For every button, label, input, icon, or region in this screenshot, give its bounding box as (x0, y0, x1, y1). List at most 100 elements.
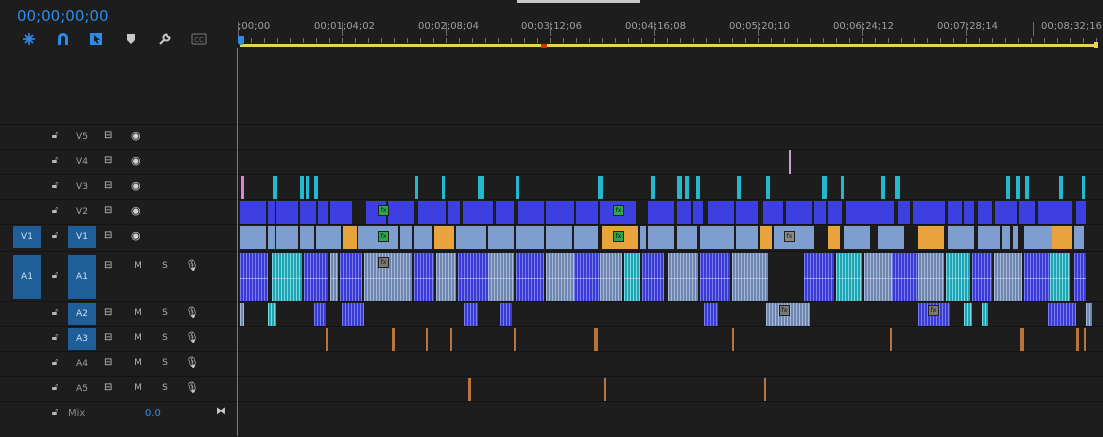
adjustment-clip[interactable] (306, 176, 309, 199)
lock-icon[interactable]: 🔓︎ (49, 307, 61, 318)
audio-clip[interactable] (314, 303, 326, 326)
adjustment-clip[interactable] (685, 176, 689, 199)
lock-icon[interactable]: 🔓︎ (49, 270, 61, 281)
audio-clip[interactable] (1024, 253, 1050, 302)
video-clip[interactable] (518, 201, 544, 224)
audio-clip[interactable] (594, 328, 598, 351)
video-clip[interactable] (828, 226, 840, 249)
video-clip[interactable] (918, 226, 944, 249)
adjustment-clip[interactable] (1006, 176, 1010, 199)
video-clip[interactable] (1052, 226, 1072, 249)
audio-clip[interactable] (890, 328, 892, 351)
video-clip[interactable] (1002, 226, 1010, 249)
sync-lock-icon[interactable]: ⊟ (104, 260, 118, 271)
linked-selection-icon[interactable] (87, 30, 105, 48)
lock-icon[interactable]: 🔓︎ (49, 230, 61, 241)
audio-clip[interactable] (458, 253, 488, 302)
adjustment-clip[interactable] (1016, 176, 1020, 199)
audio-clip[interactable] (500, 303, 512, 326)
video-clip[interactable] (978, 226, 1000, 249)
video-clip[interactable] (736, 226, 758, 249)
audio-clip[interactable] (464, 303, 478, 326)
audio-clip[interactable] (804, 253, 834, 302)
lock-icon[interactable]: 🔓︎ (49, 332, 61, 343)
adjustment-clip[interactable] (273, 176, 277, 199)
mute-button[interactable]: M (131, 358, 145, 368)
adjustment-clip[interactable] (651, 176, 655, 199)
track-target-a2[interactable]: A2 (68, 303, 96, 325)
audio-clip[interactable] (546, 253, 574, 302)
video-clip[interactable] (693, 201, 703, 224)
video-clip[interactable] (546, 226, 572, 249)
video-clip[interactable] (448, 201, 460, 224)
zoom-scroll-bar[interactable] (517, 0, 640, 3)
video-clip[interactable] (814, 201, 826, 224)
audio-clip[interactable] (342, 303, 364, 326)
audio-clip[interactable] (468, 378, 471, 401)
audio-clip[interactable] (304, 253, 328, 302)
audio-clip[interactable] (624, 253, 640, 302)
video-clip[interactable] (1013, 226, 1018, 249)
video-clip[interactable] (878, 226, 904, 249)
video-clip[interactable] (898, 201, 910, 224)
track-target-a4[interactable]: A4 (68, 353, 96, 375)
eye-icon[interactable]: ◉ (131, 179, 145, 192)
video-clip[interactable] (268, 201, 275, 224)
audio-clip[interactable] (326, 328, 328, 351)
eye-icon[interactable]: ◉ (131, 229, 145, 242)
solo-button[interactable]: S (158, 383, 172, 393)
solo-button[interactable]: S (158, 358, 172, 368)
sync-lock-icon[interactable]: ⊟ (104, 382, 118, 393)
track-target-a1[interactable]: A1 (68, 255, 96, 299)
audio-clip[interactable] (864, 253, 892, 302)
audio-clip[interactable] (1076, 328, 1079, 351)
audio-clip[interactable] (668, 253, 698, 302)
audio-clip[interactable] (516, 253, 544, 302)
audio-clip[interactable] (964, 303, 972, 326)
video-clip[interactable] (708, 201, 734, 224)
sync-lock-icon[interactable]: ⊟ (104, 155, 118, 166)
video-clip[interactable] (516, 226, 544, 249)
audio-clip[interactable] (732, 253, 768, 302)
video-clip[interactable] (677, 226, 697, 249)
adjustment-clip[interactable] (696, 176, 700, 199)
video-clip[interactable] (1024, 226, 1052, 249)
snap-icon[interactable] (20, 30, 38, 48)
adjustment-clip[interactable] (677, 176, 682, 199)
captions-icon[interactable]: CC (190, 30, 208, 48)
audio-clip[interactable] (994, 253, 1022, 302)
adjustment-clip[interactable] (881, 176, 885, 199)
clip-edge[interactable] (789, 150, 791, 174)
audio-clip[interactable] (392, 328, 395, 351)
sync-lock-icon[interactable]: ⊟ (104, 307, 118, 318)
sync-lock-icon[interactable]: ⊟ (104, 357, 118, 368)
video-clip[interactable] (488, 226, 514, 249)
source-patch-a1[interactable]: A1 (13, 255, 41, 299)
audio-clip[interactable] (600, 253, 622, 302)
audio-clip[interactable] (642, 253, 664, 302)
adjustment-clip[interactable] (516, 176, 519, 199)
audio-clip[interactable] (488, 253, 514, 302)
microphone-icon[interactable]: 🎙︎ (185, 356, 199, 369)
wrench-icon[interactable] (156, 30, 174, 48)
track-target-v1[interactable]: V1 (68, 226, 96, 248)
video-clip[interactable] (786, 201, 812, 224)
video-clip[interactable] (913, 201, 945, 224)
eye-icon[interactable]: ◉ (131, 129, 145, 142)
lock-icon[interactable]: 🔓︎ (49, 407, 61, 418)
audio-clip[interactable] (946, 253, 970, 302)
work-area-bar[interactable] (240, 44, 1095, 47)
time-ruler[interactable]: ;00;00 00;01;04;02 00;02;08;04 00;03;12;… (238, 0, 1103, 49)
video-clip[interactable] (736, 201, 758, 224)
audio-clip[interactable] (514, 328, 516, 351)
sync-lock-icon[interactable]: ⊟ (104, 230, 118, 241)
audio-clip[interactable] (1086, 303, 1092, 326)
mute-button[interactable]: M (131, 308, 145, 318)
mute-button[interactable]: M (131, 383, 145, 393)
eye-icon[interactable]: ◉ (131, 204, 145, 217)
mute-button[interactable]: M (131, 261, 145, 271)
video-clip[interactable] (995, 201, 1017, 224)
video-clip[interactable] (640, 226, 646, 249)
video-clip[interactable] (434, 226, 454, 249)
audio-clip[interactable] (272, 253, 302, 302)
